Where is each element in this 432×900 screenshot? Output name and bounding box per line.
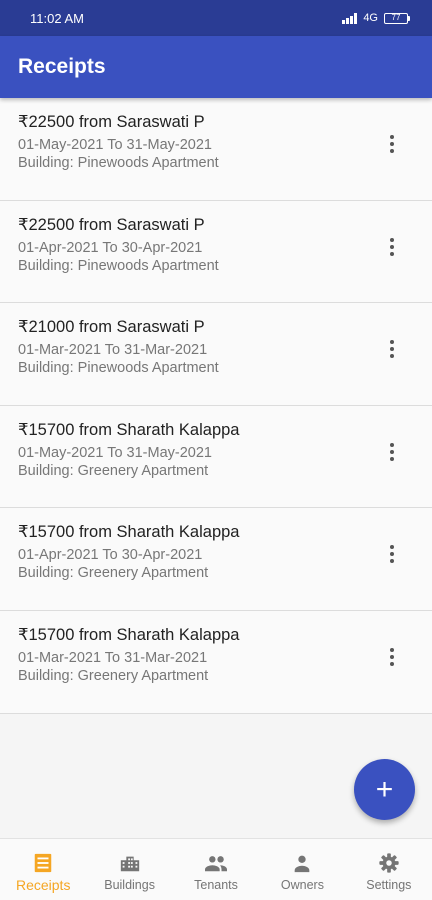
status-indicators: 4G 77 bbox=[342, 12, 410, 24]
nav-item-settings[interactable]: Settings bbox=[346, 839, 432, 900]
receipt-icon bbox=[31, 851, 55, 875]
receipt-title: ₹15700 from Sharath Kalappa bbox=[18, 625, 240, 644]
add-receipt-button[interactable]: + bbox=[354, 759, 415, 820]
receipt-period: 01-Apr-2021 To 30-Apr-2021 bbox=[18, 547, 203, 564]
page-title: Receipts bbox=[18, 55, 106, 78]
receipt-list-item[interactable]: ₹22500 from Saraswati P 01-Apr-2021 To 3… bbox=[0, 200, 432, 304]
more-options-icon[interactable] bbox=[382, 235, 402, 259]
building-icon bbox=[118, 851, 142, 875]
receipt-building: Building: Greenery Apartment bbox=[18, 667, 209, 684]
receipt-building: Building: Pinewoods Apartment bbox=[18, 155, 219, 171]
network-type: 4G bbox=[363, 12, 378, 24]
receipt-building: Building: Greenery Apartment bbox=[18, 462, 209, 479]
nav-item-buildings[interactable]: Buildings bbox=[86, 839, 172, 900]
signal-icon bbox=[342, 12, 358, 24]
nav-label-tenants: Tenants bbox=[194, 878, 238, 892]
battery-icon: 77 bbox=[384, 12, 410, 24]
nav-item-tenants[interactable]: Tenants bbox=[173, 839, 259, 900]
receipt-list-item[interactable]: ₹22500 from Saraswati P 01-May-2021 To 3… bbox=[0, 98, 432, 201]
person-icon bbox=[290, 851, 314, 875]
more-options-icon[interactable] bbox=[382, 337, 402, 361]
nav-item-owners[interactable]: Owners bbox=[259, 839, 345, 900]
nav-label-settings: Settings bbox=[366, 878, 412, 892]
status-bar: 11:02 AM 4G 77 bbox=[0, 0, 432, 36]
receipt-period: 01-May-2021 To 31-May-2021 bbox=[18, 137, 212, 153]
receipt-list-item[interactable]: ₹15700 from Sharath Kalappa 01-Mar-2021 … bbox=[0, 610, 432, 714]
more-options-icon[interactable] bbox=[382, 132, 402, 156]
more-options-icon[interactable] bbox=[382, 440, 402, 464]
receipt-period: 01-Mar-2021 To 31-Mar-2021 bbox=[18, 342, 208, 359]
receipt-title: ₹21000 from Saraswati P bbox=[18, 318, 205, 337]
receipt-building: Building: Greenery Apartment bbox=[18, 565, 209, 582]
receipt-period: 01-Apr-2021 To 30-Apr-2021 bbox=[18, 239, 203, 256]
more-options-icon[interactable] bbox=[382, 542, 402, 566]
receipt-title: ₹22500 from Saraswati P bbox=[18, 215, 205, 234]
receipt-list-item[interactable]: ₹21000 from Saraswati P 01-Mar-2021 To 3… bbox=[0, 303, 432, 406]
bottom-navigation: Receipts Buildings Tenants Owners Settin… bbox=[0, 838, 432, 900]
nav-label-owners: Owners bbox=[280, 878, 324, 892]
nav-item-receipts[interactable]: Receipts bbox=[0, 839, 86, 900]
app-bar: Receipts bbox=[0, 36, 432, 98]
status-time: 11:02 AM bbox=[30, 10, 84, 26]
receipt-title: ₹15700 from Sharath Kalappa bbox=[18, 420, 240, 439]
receipt-period: 01-Mar-2021 To 31-Mar-2021 bbox=[18, 649, 208, 666]
people-icon bbox=[204, 851, 228, 875]
more-options-icon[interactable] bbox=[382, 645, 402, 669]
nav-label-buildings: Buildings bbox=[104, 878, 155, 892]
battery-level: 77 bbox=[384, 12, 408, 24]
receipt-list-item[interactable]: ₹15700 from Sharath Kalappa 01-Apr-2021 … bbox=[0, 508, 432, 611]
receipt-list-item[interactable]: ₹15700 from Sharath Kalappa 01-May-2021 … bbox=[0, 405, 432, 509]
receipt-building: Building: Pinewoods Apartment bbox=[18, 257, 219, 274]
plus-icon: + bbox=[375, 772, 394, 806]
nav-label-receipts: Receipts bbox=[15, 877, 71, 893]
gear-icon bbox=[377, 851, 401, 875]
receipt-title: ₹15700 from Sharath Kalappa bbox=[18, 523, 240, 542]
receipt-period: 01-May-2021 To 31-May-2021 bbox=[18, 444, 212, 461]
receipt-title: ₹22500 from Saraswati P bbox=[18, 113, 205, 131]
receipt-building: Building: Pinewoods Apartment bbox=[18, 360, 219, 377]
receipt-list: ₹22500 from Saraswati P 01-May-2021 To 3… bbox=[0, 98, 432, 714]
